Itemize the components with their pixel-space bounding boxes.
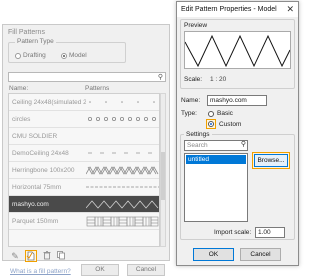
pattern-row-name: Parquet 150mm [12, 218, 59, 225]
pattern-row-selected[interactable]: mashyo.com [9, 196, 159, 213]
pattern-type-label: Pattern Type [15, 38, 56, 45]
copy-icon [57, 251, 65, 260]
type-label: Type: [181, 110, 197, 117]
pattern-row-name: CMU SOLDIER [12, 133, 58, 140]
pattern-row[interactable]: Horizontal 75mm [9, 179, 159, 196]
radio-circle-icon [208, 110, 214, 117]
pattern-row-name: Horizontal 75mm [12, 184, 62, 191]
scale-label: Scale: [184, 76, 203, 83]
duplicate-pattern-icon[interactable] [55, 250, 67, 262]
pattern-search-input[interactable]: ⚲ [8, 72, 166, 82]
edit-pencil-icon[interactable]: ✎ [9, 250, 21, 262]
pattern-row[interactable]: DemoCeiling 24x48 [9, 145, 159, 162]
radio-circle-icon [15, 52, 21, 59]
import-scale-label: Import scale: [214, 229, 252, 236]
pattern-row[interactable]: Herringbone 100x200 [9, 162, 159, 179]
pattern-row-name: Ceiling 24x48(simulated 2 [12, 99, 86, 106]
pattern-row-name: mashyo.com [12, 201, 49, 208]
basic-radio[interactable]: Basic [208, 110, 233, 117]
pattern-preview [184, 31, 291, 69]
custom-radio-label: Custom [219, 120, 242, 128]
search-icon: ⚲ [157, 74, 163, 81]
scrollbar-thumb[interactable] [161, 152, 165, 200]
fill-patterns-title: Fill Patterns [8, 29, 45, 36]
pattern-type-group: Pattern Type Drafting Model [8, 38, 126, 63]
preview-label: Preview [184, 22, 208, 29]
pattern-list-scrollbar[interactable] [160, 93, 166, 247]
dialog-title: Edit Pattern Properties - Model [181, 6, 277, 13]
settings-search-input[interactable]: Search ⚲ [184, 140, 248, 151]
zigzag-pattern-swatch [86, 200, 159, 209]
import-scale-field[interactable]: 1.00 [255, 227, 285, 238]
parquet-pattern-swatch [86, 216, 159, 227]
fill-patterns-dialog: Fill Patterns Pattern Type Drafting Mode… [2, 24, 170, 276]
help-link[interactable]: What is a fill pattern? [10, 268, 71, 275]
blank-pattern-swatch [86, 131, 159, 142]
search-icon: ⚲ [240, 141, 246, 148]
pattern-name-field[interactable]: mashyo.com [207, 95, 267, 106]
custom-radio[interactable]: Custom [206, 119, 241, 129]
list-item[interactable]: untitled [186, 155, 246, 164]
patterns-column-header: Patterns [85, 85, 110, 92]
basic-radio-label: Basic [217, 110, 233, 117]
pattern-file-list: untitled [184, 153, 248, 222]
pattern-row[interactable]: CMU SOLDIER [9, 128, 159, 145]
pattern-row[interactable]: Parquet 150mm [9, 213, 159, 230]
new-file-icon [26, 251, 35, 261]
edit-pattern-dialog: Edit Pattern Properties - Model ✕ Previe… [176, 1, 299, 266]
radio-selected-icon [208, 121, 214, 127]
ok-button[interactable]: OK [193, 248, 234, 261]
zigzag-preview-graphic [184, 34, 291, 68]
fill-patterns-ok-button[interactable]: OK [81, 264, 119, 276]
browse-button[interactable]: Browse... [254, 154, 288, 167]
dialog-titlebar[interactable]: Edit Pattern Properties - Model ✕ [177, 2, 298, 17]
pattern-row[interactable]: circles [9, 111, 159, 128]
close-icon[interactable]: ✕ [286, 4, 294, 15]
horizontal-pattern-swatch [86, 186, 159, 188]
delete-pattern-icon[interactable] [41, 250, 53, 262]
name-column-header: Name: [9, 85, 29, 92]
model-radio-label: Model [69, 52, 87, 59]
trash-icon [43, 251, 51, 260]
pattern-row-name: Herringbone 100x200 [12, 167, 75, 174]
search-placeholder: Search [187, 142, 208, 149]
new-pattern-icon[interactable] [25, 250, 37, 262]
dots-pattern-swatch [89, 101, 155, 103]
pattern-row-name: circles [12, 116, 31, 123]
settings-label: Settings [184, 131, 212, 138]
name-label: Name: [181, 97, 201, 104]
circles-pattern-swatch [88, 117, 157, 122]
pattern-row-name: DemoCeiling 24x48 [12, 150, 69, 157]
herringbone-pattern-swatch [86, 166, 159, 175]
dashes-pattern-swatch [88, 152, 152, 154]
cancel-button[interactable]: Cancel [240, 248, 281, 261]
drafting-radio-label: Drafting [23, 52, 46, 59]
radio-selected-icon [61, 52, 67, 59]
drafting-radio[interactable]: Drafting [15, 52, 46, 59]
radio-highlight [206, 119, 216, 129]
scale-value: 1 : 20 [210, 76, 227, 83]
pattern-list: Ceiling 24x48(simulated 2 circles CMU SO… [8, 93, 160, 247]
fill-patterns-cancel-button[interactable]: Cancel [127, 264, 165, 276]
pattern-row[interactable]: Ceiling 24x48(simulated 2 [9, 94, 159, 111]
model-radio[interactable]: Model [61, 52, 87, 59]
